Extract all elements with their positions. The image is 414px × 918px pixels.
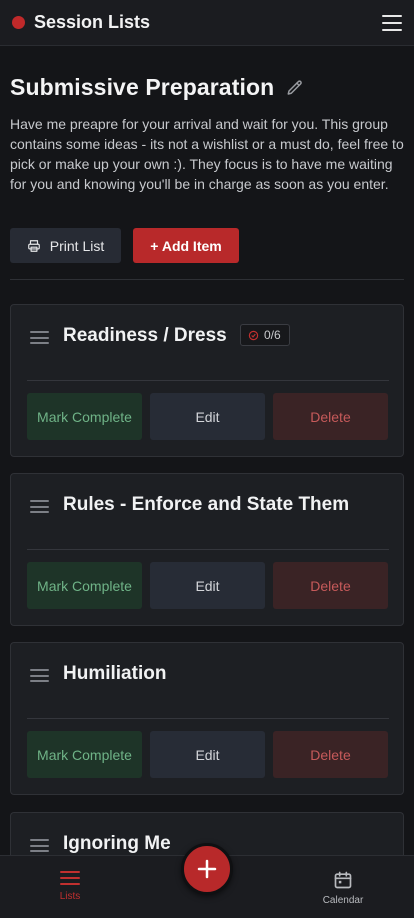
nav-calendar-label: Calendar — [322, 895, 364, 906]
list-actions: Print List + Add Item — [10, 228, 239, 263]
list-item-card: Rules - Enforce and State Them Mark Comp… — [10, 473, 404, 626]
card-divider — [27, 380, 389, 381]
mark-complete-button[interactable]: Mark Complete — [27, 731, 142, 778]
drag-handle-icon[interactable] — [30, 331, 49, 344]
app-title: Session Lists — [34, 12, 151, 32]
divider — [10, 279, 404, 280]
card-divider — [27, 549, 389, 550]
nav-lists-tab[interactable]: Lists — [50, 870, 90, 902]
page-title: Submissive Preparation — [10, 74, 275, 100]
nav-lists-label: Lists — [59, 891, 81, 902]
hamburger-menu-icon[interactable] — [382, 14, 402, 31]
delete-button[interactable]: Delete — [273, 731, 388, 778]
calendar-icon — [334, 871, 352, 889]
drag-handle-icon[interactable] — [30, 669, 49, 682]
mark-complete-button[interactable]: Mark Complete — [27, 562, 142, 609]
mark-complete-button[interactable]: Mark Complete — [27, 393, 142, 440]
print-list-label: Print List — [49, 237, 105, 254]
printer-icon — [27, 239, 40, 252]
delete-button[interactable]: Delete — [273, 393, 388, 440]
add-fab-button[interactable] — [181, 843, 233, 895]
item-title: Humiliation — [63, 663, 167, 684]
app-header: Session Lists — [0, 0, 414, 46]
drag-handle-icon[interactable] — [30, 839, 49, 852]
item-title: Ignoring Me — [63, 833, 171, 854]
plus-icon — [197, 859, 217, 879]
item-title: Readiness / Dress — [63, 325, 227, 346]
brand-dot-icon — [12, 16, 25, 29]
progress-count: 0/6 — [264, 328, 281, 342]
list-item-card: Humiliation Mark Complete Edit Delete — [10, 642, 404, 795]
list-header: Submissive Preparation Have me preapre f… — [10, 74, 404, 194]
list-description: Have me preapre for your arrival and wai… — [10, 116, 404, 192]
edit-pencil-icon[interactable] — [286, 79, 304, 97]
delete-button[interactable]: Delete — [273, 562, 388, 609]
nav-calendar-tab[interactable]: Calendar — [314, 870, 372, 906]
list-item-card: Readiness / Dress 0/6 Mark Complete Edit… — [10, 304, 404, 457]
item-title: Rules - Enforce and State Them — [63, 494, 350, 515]
edit-button[interactable]: Edit — [150, 731, 265, 778]
print-list-button[interactable]: Print List — [10, 228, 121, 263]
drag-handle-icon[interactable] — [30, 500, 49, 513]
check-circle-icon — [248, 330, 259, 340]
progress-badge: 0/6 — [240, 324, 290, 346]
add-item-button[interactable]: + Add Item — [133, 228, 239, 263]
card-divider — [27, 718, 389, 719]
list-icon — [60, 871, 80, 885]
edit-button[interactable]: Edit — [150, 562, 265, 609]
edit-button[interactable]: Edit — [150, 393, 265, 440]
